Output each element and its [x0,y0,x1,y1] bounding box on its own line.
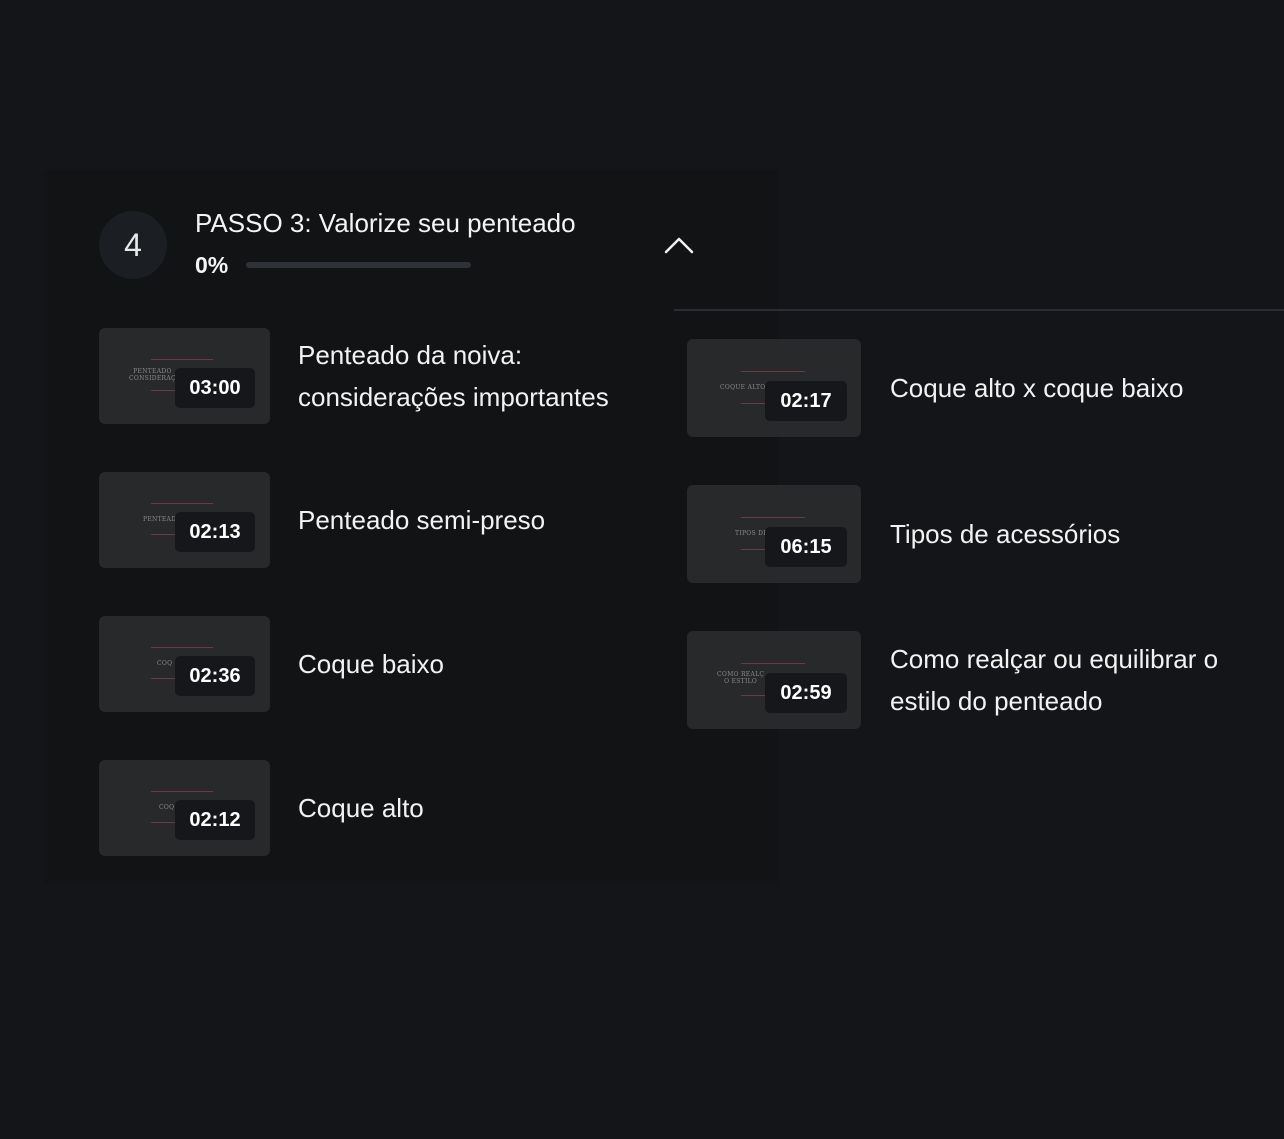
lesson-title: Penteado semi-preso [298,499,545,541]
lesson-title-line: estilo do penteado [890,686,1103,716]
lesson-title-line: Tipos de acessórios [890,519,1121,549]
duration-badge: 02:36 [175,656,255,696]
duration-badge: 02:17 [765,381,847,421]
section-divider [674,309,1284,311]
thumbnail-caption: COQ [159,804,174,811]
thumbnail-caption-line: COQ [159,804,175,811]
lesson-item[interactable]: PENTEADO CONSIDERAÇ 03:00 Penteado da no… [99,328,609,424]
thumbnail-caption-line: COMO REALÇ [717,671,765,678]
duration-badge: 03:00 [175,368,255,408]
lesson-title-line: Penteado da noiva: [298,340,523,370]
thumbnail-caption: COQ [157,660,172,667]
lesson-item[interactable]: COQUE ALTO 02:17 Coque alto x coque baix… [687,339,1183,437]
collapse-toggle-button[interactable] [660,228,698,262]
thumbnail-caption-line: CONSIDERAÇ [129,375,176,382]
duration-badge: 02:13 [175,512,255,552]
module-title[interactable]: PASSO 3: Valorize seu penteado [195,208,576,239]
module-number-badge: 4 [99,211,167,279]
chevron-up-icon [664,237,694,254]
lesson-title: Coque alto x coque baixo [890,367,1183,409]
thumbnail-accent-line [151,791,213,792]
thumbnail-caption: PENTEADO CONSIDERAÇ [129,368,176,382]
lesson-thumbnail: COQUE ALTO 02:17 [687,339,861,437]
lesson-title-line: Como realçar ou equilibrar o [890,644,1219,674]
lesson-title-line: Penteado semi-preso [298,505,546,535]
thumbnail-accent-line [741,371,805,372]
thumbnail-accent-line [741,663,805,664]
lesson-thumbnail: PENTEADO 02:13 [99,472,270,568]
thumbnail-accent-line [151,359,213,360]
thumbnail-caption-line: COQUE ALTO [720,384,766,391]
lesson-title: Penteado da noiva: considerações importa… [298,334,609,418]
lesson-title-line: considerações importantes [298,382,609,412]
duration-badge: 02:59 [765,673,847,713]
lesson-item[interactable]: COMO REALÇ O ESTILO 02:59 Como realçar o… [687,631,1218,729]
lesson-title: Coque baixo [298,643,444,685]
lesson-item[interactable]: COQ 02:36 Coque baixo [99,616,444,712]
lesson-title-line: Coque alto [298,793,424,823]
thumbnail-caption-line: O ESTILO [724,678,758,685]
lesson-item[interactable]: COQ 02:12 Coque alto [99,760,424,856]
thumbnail-caption: COMO REALÇ O ESTILO [717,671,764,685]
lesson-item[interactable]: PENTEADO 02:13 Penteado semi-preso [99,472,545,568]
thumbnail-caption-line: PENTEADO [133,368,172,375]
lesson-title-line: Coque baixo [298,649,444,679]
lesson-thumbnail: COQ 02:36 [99,616,270,712]
lesson-thumbnail: COMO REALÇ O ESTILO 02:59 [687,631,861,729]
thumbnail-caption-line: TIPOS DE [735,530,768,537]
lesson-thumbnail: TIPOS DE 06:15 [687,485,861,583]
module-progress-bar [246,262,471,268]
thumbnail-accent-line [151,647,213,648]
thumbnail-caption-line: COQ [157,660,173,667]
lesson-title: Como realçar ou equilibrar o estilo do p… [890,638,1218,722]
lesson-title-line: Coque alto x coque baixo [890,373,1184,403]
thumbnail-accent-line [741,517,805,518]
lesson-title: Coque alto [298,787,424,829]
lesson-title: Tipos de acessórios [890,513,1120,555]
thumbnail-accent-line [151,503,213,504]
lesson-item[interactable]: TIPOS DE 06:15 Tipos de acessórios [687,485,1120,583]
lesson-thumbnail: PENTEADO CONSIDERAÇ 03:00 [99,328,270,424]
duration-badge: 06:15 [765,527,847,567]
lesson-thumbnail: COQ 02:12 [99,760,270,856]
module-progress-label: 0% [195,252,229,278]
thumbnail-caption: TIPOS DE [735,530,768,537]
thumbnail-caption: COQUE ALTO [720,384,766,391]
duration-badge: 02:12 [175,800,255,840]
